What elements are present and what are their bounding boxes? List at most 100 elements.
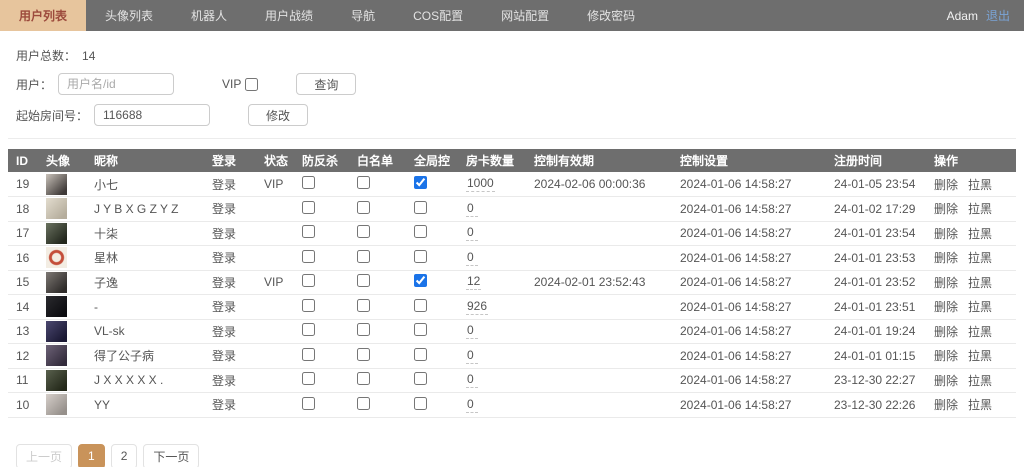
delete-link[interactable]: 删除 <box>934 202 958 216</box>
nav-item-1[interactable]: 头像列表 <box>86 0 172 31</box>
modify-button[interactable]: 修改 <box>248 104 308 126</box>
global-control-checkbox[interactable] <box>414 323 427 336</box>
global-control-checkbox[interactable] <box>414 372 427 385</box>
global-control-checkbox[interactable] <box>414 274 427 287</box>
room-cards-value[interactable]: 0 <box>466 397 478 413</box>
nav-item-7[interactable]: 修改密码 <box>568 0 654 31</box>
login-link[interactable]: 登录 <box>212 276 236 290</box>
anti-kill-checkbox[interactable] <box>302 372 315 385</box>
room-number-input[interactable] <box>94 104 210 126</box>
anti-kill-checkbox[interactable] <box>302 176 315 189</box>
login-link[interactable]: 登录 <box>212 251 236 265</box>
whitelist-checkbox[interactable] <box>357 225 370 238</box>
blacklist-link[interactable]: 拉黑 <box>968 276 992 290</box>
nav-item-3[interactable]: 用户战绩 <box>246 0 332 31</box>
login-link[interactable]: 登录 <box>212 227 236 241</box>
room-cards-value[interactable]: 926 <box>466 299 488 315</box>
whitelist-checkbox[interactable] <box>357 299 370 312</box>
delete-link[interactable]: 删除 <box>934 300 958 314</box>
user-search-input[interactable] <box>58 73 174 95</box>
blacklist-link[interactable]: 拉黑 <box>968 325 992 339</box>
anti-kill-checkbox[interactable] <box>302 348 315 361</box>
login-cell[interactable]: 登录 <box>204 344 256 369</box>
search-button[interactable]: 查询 <box>296 73 356 95</box>
nav-item-5[interactable]: COS配置 <box>394 0 482 31</box>
anti-kill-checkbox[interactable] <box>302 274 315 287</box>
anti-kill-checkbox[interactable] <box>302 323 315 336</box>
room-cards-value[interactable]: 0 <box>466 225 478 241</box>
anti-kill-checkbox[interactable] <box>302 299 315 312</box>
nav-item-2[interactable]: 机器人 <box>172 0 246 31</box>
global-control-checkbox[interactable] <box>414 299 427 312</box>
room-cards-value[interactable]: 0 <box>466 323 478 339</box>
room-cards-value[interactable]: 0 <box>466 348 478 364</box>
blacklist-link[interactable]: 拉黑 <box>968 251 992 265</box>
whitelist-checkbox[interactable] <box>357 201 370 214</box>
top-nav: 用户列表头像列表机器人用户战绩导航COS配置网站配置修改密码 Adam 退出 <box>0 0 1024 31</box>
blacklist-link[interactable]: 拉黑 <box>968 227 992 241</box>
whitelist-checkbox[interactable] <box>357 250 370 263</box>
vip-checkbox[interactable] <box>245 78 258 91</box>
room-cards-value[interactable]: 1000 <box>466 176 495 192</box>
login-link[interactable]: 登录 <box>212 300 236 314</box>
delete-link[interactable]: 删除 <box>934 178 958 192</box>
whitelist-checkbox[interactable] <box>357 323 370 336</box>
global-control-checkbox[interactable] <box>414 225 427 238</box>
whitelist-checkbox[interactable] <box>357 348 370 361</box>
global-control-checkbox[interactable] <box>414 250 427 263</box>
blacklist-link[interactable]: 拉黑 <box>968 374 992 388</box>
blacklist-link[interactable]: 拉黑 <box>968 300 992 314</box>
logout-link[interactable]: 退出 <box>986 7 1010 24</box>
delete-link[interactable]: 删除 <box>934 325 958 339</box>
nav-item-0[interactable]: 用户列表 <box>0 0 86 31</box>
login-cell[interactable]: 登录 <box>204 295 256 320</box>
table-row: 11J X X X X X .登录02024-01-06 14:58:2723-… <box>8 368 1016 393</box>
blacklist-link[interactable]: 拉黑 <box>968 178 992 192</box>
login-link[interactable]: 登录 <box>212 349 236 363</box>
anti-kill-checkbox[interactable] <box>302 250 315 263</box>
anti-kill-checkbox[interactable] <box>302 225 315 238</box>
page-button-1[interactable]: 1 <box>78 444 105 467</box>
prev-page-button[interactable]: 上一页 <box>16 444 72 467</box>
blacklist-link[interactable]: 拉黑 <box>968 349 992 363</box>
login-cell[interactable]: 登录 <box>204 368 256 393</box>
delete-link[interactable]: 删除 <box>934 227 958 241</box>
room-cards-value[interactable]: 0 <box>466 372 478 388</box>
whitelist-checkbox[interactable] <box>357 274 370 287</box>
global-control-checkbox[interactable] <box>414 201 427 214</box>
login-cell[interactable]: 登录 <box>204 197 256 222</box>
login-cell[interactable]: 登录 <box>204 393 256 418</box>
room-cards-value[interactable]: 0 <box>466 250 478 266</box>
login-cell[interactable]: 登录 <box>204 221 256 246</box>
delete-link[interactable]: 删除 <box>934 251 958 265</box>
whitelist-checkbox[interactable] <box>357 176 370 189</box>
blacklist-link[interactable]: 拉黑 <box>968 202 992 216</box>
login-link[interactable]: 登录 <box>212 178 236 192</box>
login-cell[interactable]: 登录 <box>204 319 256 344</box>
delete-link[interactable]: 删除 <box>934 349 958 363</box>
login-link[interactable]: 登录 <box>212 202 236 216</box>
login-cell[interactable]: 登录 <box>204 270 256 295</box>
anti-kill-checkbox[interactable] <box>302 397 315 410</box>
global-control-checkbox[interactable] <box>414 397 427 410</box>
delete-link[interactable]: 删除 <box>934 398 958 412</box>
login-link[interactable]: 登录 <box>212 374 236 388</box>
global-control-checkbox[interactable] <box>414 176 427 189</box>
login-link[interactable]: 登录 <box>212 325 236 339</box>
nav-item-4[interactable]: 导航 <box>332 0 394 31</box>
page-button-2[interactable]: 2 <box>111 444 138 467</box>
next-page-button[interactable]: 下一页 <box>143 444 199 467</box>
anti-kill-checkbox[interactable] <box>302 201 315 214</box>
whitelist-checkbox[interactable] <box>357 372 370 385</box>
delete-link[interactable]: 删除 <box>934 374 958 388</box>
login-cell[interactable]: 登录 <box>204 246 256 271</box>
global-control-checkbox[interactable] <box>414 348 427 361</box>
whitelist-checkbox[interactable] <box>357 397 370 410</box>
room-cards-value[interactable]: 0 <box>466 201 478 217</box>
blacklist-link[interactable]: 拉黑 <box>968 398 992 412</box>
login-cell[interactable]: 登录 <box>204 172 256 197</box>
nav-item-6[interactable]: 网站配置 <box>482 0 568 31</box>
room-cards-value[interactable]: 12 <box>466 274 481 290</box>
login-link[interactable]: 登录 <box>212 398 236 412</box>
delete-link[interactable]: 删除 <box>934 276 958 290</box>
